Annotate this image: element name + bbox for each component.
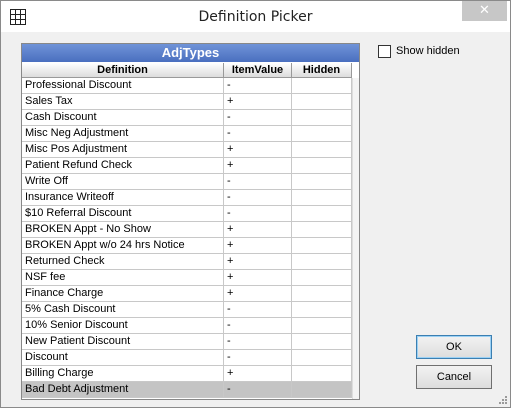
itemvalue-cell: - bbox=[224, 78, 292, 94]
definition-cell: Insurance Writeoff bbox=[22, 190, 224, 206]
definition-cell: Professional Discount bbox=[22, 78, 224, 94]
itemvalue-cell: + bbox=[224, 142, 292, 158]
definition-cell: New Patient Discount bbox=[22, 334, 224, 350]
definition-cell: Misc Pos Adjustment bbox=[22, 142, 224, 158]
title-bar: Definition Picker ✕ bbox=[1, 1, 510, 32]
table-row[interactable]: BROKEN Appt w/o 24 hrs Notice + bbox=[22, 238, 352, 254]
table-row[interactable]: Finance Charge + bbox=[22, 286, 352, 302]
column-header-definition[interactable]: Definition bbox=[22, 63, 224, 78]
itemvalue-cell: - bbox=[224, 382, 292, 398]
itemvalue-cell: + bbox=[224, 286, 292, 302]
itemvalue-cell: + bbox=[224, 254, 292, 270]
itemvalue-cell: - bbox=[224, 174, 292, 190]
table-row[interactable]: NSF fee + bbox=[22, 270, 352, 286]
definition-cell: BROKEN Appt w/o 24 hrs Notice bbox=[22, 238, 224, 254]
grid-rows: Professional Discount - Sales Tax + Cash Dis… bbox=[22, 78, 352, 398]
close-icon: ✕ bbox=[479, 3, 490, 18]
hidden-cell bbox=[292, 78, 352, 94]
table-row[interactable]: Discount - bbox=[22, 350, 352, 366]
table-row[interactable]: Insurance Writeoff - bbox=[22, 190, 352, 206]
table-row[interactable]: Misc Pos Adjustment + bbox=[22, 142, 352, 158]
definition-cell: NSF fee bbox=[22, 270, 224, 286]
definition-cell: Discount bbox=[22, 350, 224, 366]
itemvalue-cell: - bbox=[224, 206, 292, 222]
hidden-cell bbox=[292, 190, 352, 206]
hidden-cell bbox=[292, 142, 352, 158]
table-row[interactable]: Bad Debt Adjustment - bbox=[22, 382, 352, 398]
close-button[interactable]: ✕ bbox=[462, 1, 507, 21]
table-row[interactable]: Billing Charge + bbox=[22, 366, 352, 382]
table-row[interactable]: Write Off - bbox=[22, 174, 352, 190]
show-hidden-checkbox[interactable] bbox=[378, 45, 391, 58]
hidden-cell bbox=[292, 302, 352, 318]
itemvalue-cell: + bbox=[224, 158, 292, 174]
resize-grip-icon[interactable] bbox=[496, 393, 508, 405]
itemvalue-cell: - bbox=[224, 110, 292, 126]
definition-cell: BROKEN Appt - No Show bbox=[22, 222, 224, 238]
definition-cell: Write Off bbox=[22, 174, 224, 190]
table-row[interactable]: 10% Senior Discount - bbox=[22, 318, 352, 334]
cancel-button[interactable]: Cancel bbox=[416, 365, 492, 389]
hidden-cell bbox=[292, 318, 352, 334]
hidden-cell bbox=[292, 110, 352, 126]
definition-cell: Returned Check bbox=[22, 254, 224, 270]
table-row[interactable]: New Patient Discount - bbox=[22, 334, 352, 350]
definition-cell: Finance Charge bbox=[22, 286, 224, 302]
itemvalue-cell: + bbox=[224, 270, 292, 286]
table-row[interactable]: Professional Discount - bbox=[22, 78, 352, 94]
itemvalue-cell: - bbox=[224, 126, 292, 142]
vertical-scrollbar[interactable] bbox=[352, 78, 359, 399]
hidden-cell bbox=[292, 222, 352, 238]
table-row[interactable]: Sales Tax + bbox=[22, 94, 352, 110]
definition-cell: Patient Refund Check bbox=[22, 158, 224, 174]
itemvalue-cell: + bbox=[224, 238, 292, 254]
definition-cell: Sales Tax bbox=[22, 94, 224, 110]
definition-cell: Bad Debt Adjustment bbox=[22, 382, 224, 398]
column-header-itemvalue[interactable]: ItemValue bbox=[224, 63, 292, 78]
definition-cell: Cash Discount bbox=[22, 110, 224, 126]
itemvalue-cell: - bbox=[224, 334, 292, 350]
table-row[interactable]: Patient Refund Check + bbox=[22, 158, 352, 174]
definition-picker-window: Definition Picker ✕ AdjTypes Definition … bbox=[0, 0, 511, 408]
hidden-cell bbox=[292, 174, 352, 190]
definition-cell: Billing Charge bbox=[22, 366, 224, 382]
itemvalue-cell: + bbox=[224, 366, 292, 382]
hidden-cell bbox=[292, 286, 352, 302]
hidden-cell bbox=[292, 334, 352, 350]
hidden-cell bbox=[292, 366, 352, 382]
definition-cell: 10% Senior Discount bbox=[22, 318, 224, 334]
table-row[interactable]: 5% Cash Discount - bbox=[22, 302, 352, 318]
hidden-cell bbox=[292, 238, 352, 254]
itemvalue-cell: + bbox=[224, 222, 292, 238]
hidden-cell bbox=[292, 158, 352, 174]
itemvalue-cell: - bbox=[224, 302, 292, 318]
grid-title: AdjTypes bbox=[22, 44, 359, 62]
itemvalue-cell: - bbox=[224, 350, 292, 366]
hidden-cell bbox=[292, 254, 352, 270]
hidden-cell bbox=[292, 206, 352, 222]
definition-cell: $10 Referral Discount bbox=[22, 206, 224, 222]
definition-cell: Misc Neg Adjustment bbox=[22, 126, 224, 142]
column-header-hidden[interactable]: Hidden bbox=[292, 63, 352, 78]
hidden-cell bbox=[292, 350, 352, 366]
itemvalue-cell: - bbox=[224, 318, 292, 334]
hidden-cell bbox=[292, 382, 352, 398]
table-row[interactable]: $10 Referral Discount - bbox=[22, 206, 352, 222]
table-row[interactable]: Cash Discount - bbox=[22, 110, 352, 126]
hidden-cell bbox=[292, 126, 352, 142]
table-row[interactable]: BROKEN Appt - No Show + bbox=[22, 222, 352, 238]
show-hidden-label: Show hidden bbox=[396, 45, 460, 57]
itemvalue-cell: - bbox=[224, 190, 292, 206]
definition-cell: 5% Cash Discount bbox=[22, 302, 224, 318]
table-row[interactable]: Misc Neg Adjustment - bbox=[22, 126, 352, 142]
hidden-cell bbox=[292, 94, 352, 110]
table-row[interactable]: Returned Check + bbox=[22, 254, 352, 270]
hidden-cell bbox=[292, 270, 352, 286]
window-title: Definition Picker bbox=[198, 9, 313, 25]
adjtypes-grid: AdjTypes Definition ItemValue Hidden Pro… bbox=[21, 43, 360, 400]
ok-button[interactable]: OK bbox=[416, 335, 492, 359]
itemvalue-cell: + bbox=[224, 94, 292, 110]
